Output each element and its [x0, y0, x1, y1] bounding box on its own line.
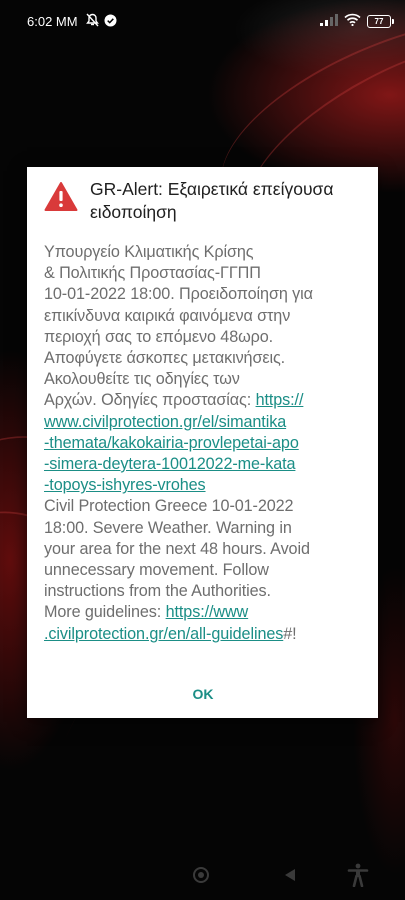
signal-icon — [320, 13, 338, 29]
dialog-title-line: ειδοποίηση — [90, 202, 177, 222]
status-bar: 6:02 MM 77 — [0, 0, 405, 44]
message-line: -themata/kakokairia-provlepetai-apo — [44, 433, 369, 454]
message-line: www.civilprotection.gr/el/simantika — [44, 412, 369, 433]
greek-guidelines-link[interactable]: www.civilprotection.gr/el/simantika — [44, 413, 286, 431]
dialog-title: GR-Alert: Εξαιρετικά επείγουσα ειδοποίησ… — [90, 178, 365, 224]
message-line: 10-01-2022 18:00. Προειδοποίηση για — [44, 285, 313, 304]
status-time: 6:02 MM — [27, 14, 78, 29]
alert-dialog: GR-Alert: Εξαιρετικά επείγουσα ειδοποίησ… — [27, 167, 378, 718]
check-circle-icon — [104, 14, 117, 30]
battery-icon: 77 — [367, 14, 394, 28]
message-line: instructions from the Authorities. — [44, 582, 271, 601]
dialog-message: Υπουργείο Κλιματικής Κρίσης & Πολιτικής … — [44, 242, 369, 645]
message-line: .civilprotection.gr/en/all-guidelines#! — [44, 624, 369, 645]
greek-guidelines-link[interactable]: -simera-deytera-10012022-me-kata — [44, 455, 296, 473]
greek-guidelines-link[interactable]: https:// — [256, 391, 304, 409]
message-line: -topoys-ishyres-vrohes — [44, 475, 369, 496]
english-guidelines-link[interactable]: https://www — [166, 603, 249, 621]
message-line: Υπουργείο Κλιματικής Κρίσης — [44, 243, 254, 261]
home-icon[interactable] — [193, 867, 209, 883]
notifications-off-icon — [86, 13, 99, 30]
message-text: Αρχών. Οδηγίες προστασίας: — [44, 391, 252, 410]
warning-icon — [44, 181, 78, 212]
message-line: -simera-deytera-10012022-me-kata — [44, 454, 369, 475]
dialog-title-line: GR-Alert: Εξαιρετικά επείγουσα — [90, 179, 334, 199]
greek-guidelines-link[interactable]: -topoys-ishyres-vrohes — [44, 476, 206, 494]
message-line: Civil Protection Greece 10-01-2022 — [44, 497, 294, 516]
message-line: & Πολιτικής Προστασίας-ΓΓΠΠ — [44, 264, 261, 283]
accessibility-icon[interactable] — [347, 863, 369, 892]
message-text: #! — [283, 624, 297, 643]
message-line: Αρχών. Οδηγίες προστασίας: https:// — [44, 390, 369, 411]
greek-guidelines-link[interactable]: -themata/kakokairia-provlepetai-apo — [44, 434, 299, 452]
message-line: Ακολουθείτε τις οδηγίες των — [44, 370, 240, 389]
message-line: περιοχή σας το επόμενο 48ωρο. — [44, 327, 274, 346]
message-line: your area for the next 48 hours. Avoid — [44, 539, 310, 558]
message-line: unnecessary movement. Follow — [44, 561, 269, 580]
back-icon[interactable] — [283, 868, 297, 887]
message-line: 18:00. Severe Weather. Warning in — [44, 518, 292, 537]
dialog-header: GR-Alert: Εξαιρετικά επείγουσα ειδοποίησ… — [27, 167, 378, 237]
message-text: More guidelines: — [44, 603, 162, 622]
message-line: επικίνδυνα καιρικά φαινόμενα στην — [44, 306, 291, 325]
wifi-icon — [344, 13, 361, 29]
message-line: More guidelines: https://www — [44, 602, 369, 623]
english-guidelines-link[interactable]: .civilprotection.gr/en/all-guidelines — [44, 625, 283, 643]
message-line: Αποφύγετε άσκοπες μετακινήσεις. — [44, 349, 286, 368]
ok-button[interactable]: OK — [177, 681, 229, 707]
